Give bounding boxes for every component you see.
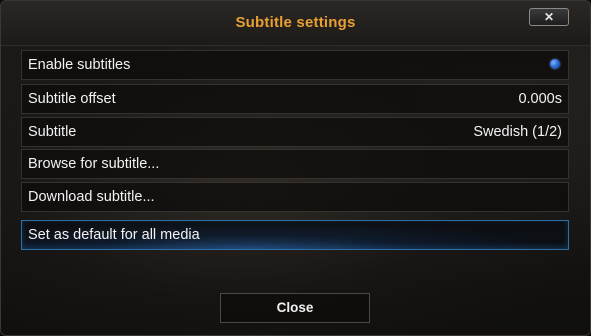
set-as-default-label: Set as default for all media [28, 227, 200, 243]
download-subtitle-row[interactable]: Download subtitle... [21, 182, 569, 212]
close-button[interactable]: Close [220, 293, 370, 323]
subtitle-settings-dialog: Subtitle settings ✕ Enable subtitles Sub… [0, 0, 591, 336]
subtitle-stream-label: Subtitle [28, 124, 77, 140]
enable-subtitles-row[interactable]: Enable subtitles [21, 50, 569, 80]
dialog-title-bar: Subtitle settings ✕ [1, 1, 590, 46]
browse-for-subtitle-label: Browse for subtitle... [28, 156, 160, 172]
set-as-default-row[interactable]: Set as default for all media [21, 220, 569, 250]
subtitle-offset-value: 0.000s [518, 91, 562, 107]
dialog-title: Subtitle settings [235, 14, 356, 31]
subtitle-offset-row[interactable]: Subtitle offset 0.000s [21, 84, 569, 114]
subtitle-offset-label: Subtitle offset [28, 91, 116, 107]
enable-subtitles-label: Enable subtitles [28, 57, 131, 73]
close-icon[interactable]: ✕ [529, 8, 569, 26]
download-subtitle-label: Download subtitle... [28, 189, 155, 205]
subtitle-stream-row[interactable]: Subtitle Swedish (1/2) [21, 117, 569, 147]
radio-button-on-icon[interactable] [550, 59, 560, 69]
browse-for-subtitle-row[interactable]: Browse for subtitle... [21, 149, 569, 179]
subtitle-stream-value: Swedish (1/2) [473, 124, 562, 140]
